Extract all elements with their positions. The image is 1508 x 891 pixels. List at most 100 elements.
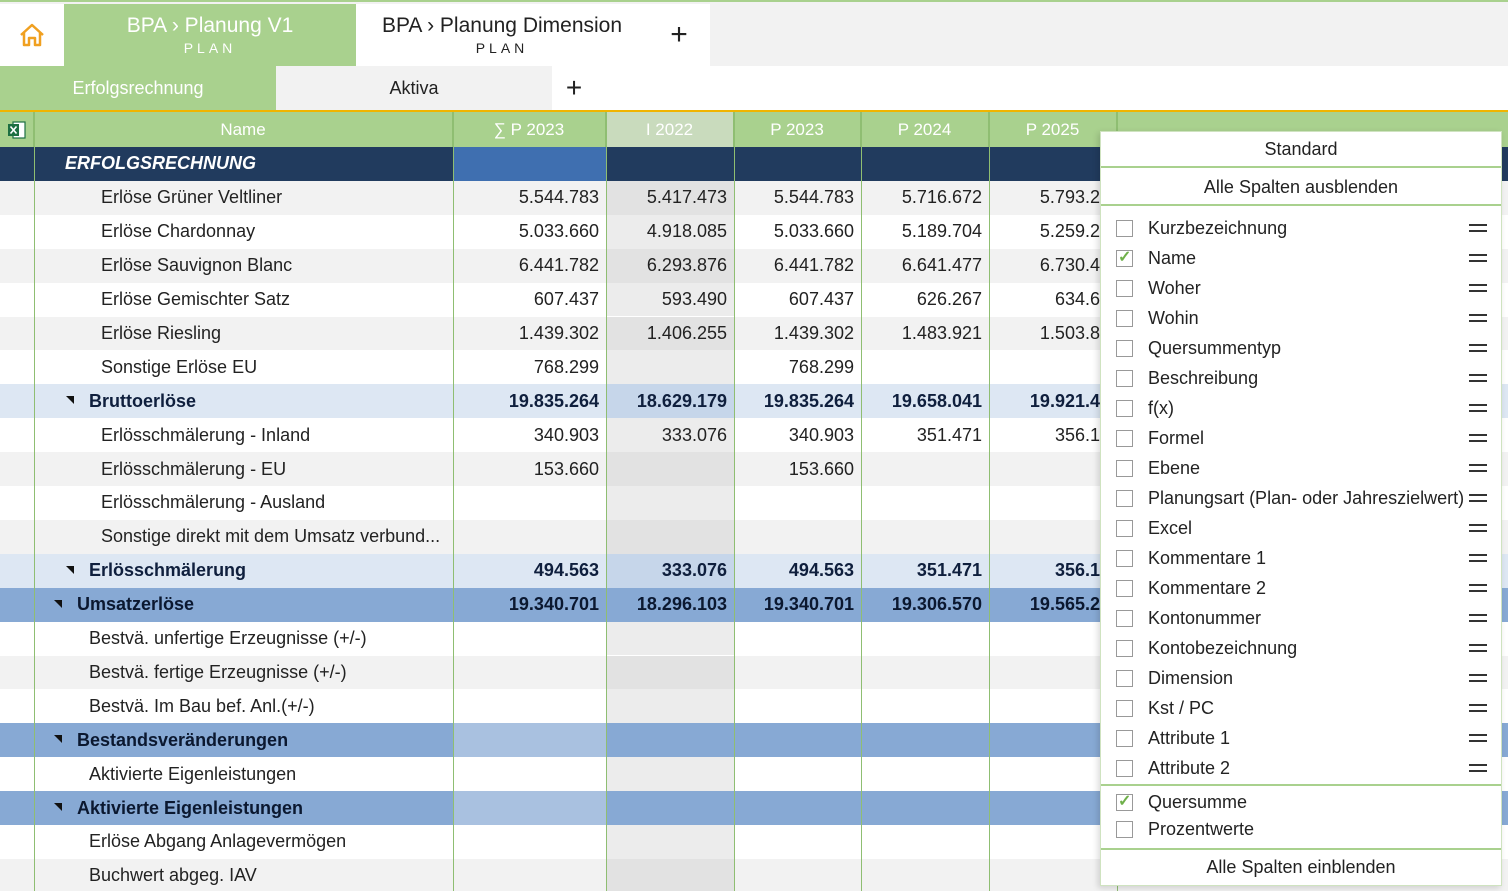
value-cell[interactable]: 1.406.255 <box>606 316 734 351</box>
value-cell[interactable] <box>606 452 734 486</box>
value-cell[interactable]: 607.437 <box>734 283 861 317</box>
value-cell[interactable] <box>606 147 734 181</box>
value-cell[interactable] <box>734 757 861 791</box>
add-sheet-button[interactable]: + <box>552 66 596 110</box>
value-cell[interactable] <box>606 519 734 554</box>
value-cell[interactable]: 5.033.660 <box>734 215 861 249</box>
value-cell[interactable] <box>861 791 989 825</box>
value-cell[interactable] <box>989 757 1117 791</box>
column-option[interactable]: Attribute 2 <box>1101 753 1501 783</box>
doc-tab-planung-v1[interactable]: BPA › Planung V1 PLAN <box>64 4 356 66</box>
column-option[interactable]: Ebene <box>1101 453 1501 483</box>
add-document-button[interactable]: + <box>648 4 710 66</box>
value-cell[interactable]: 4.918.085 <box>606 214 734 249</box>
value-cell[interactable]: 333.076 <box>606 553 734 588</box>
drag-handle-icon[interactable] <box>1469 374 1487 382</box>
value-cell[interactable] <box>861 520 989 554</box>
drag-handle-icon[interactable] <box>1469 224 1487 232</box>
column-checkbox[interactable] <box>1116 459 1133 477</box>
drag-handle-icon[interactable] <box>1469 584 1487 592</box>
value-cell[interactable]: 5.189.704 <box>861 215 989 249</box>
value-cell[interactable] <box>861 350 989 384</box>
column-header-p2023[interactable]: P 2023 <box>734 112 861 147</box>
column-checkbox[interactable] <box>1116 729 1133 747</box>
column-option[interactable]: Kontobezeichnung <box>1101 633 1501 663</box>
value-cell[interactable]: 340.903 <box>734 418 861 452</box>
value-cell[interactable] <box>606 825 734 859</box>
value-cell[interactable]: 1.439.302 <box>453 317 606 351</box>
value-cell[interactable] <box>453 825 606 859</box>
value-cell[interactable] <box>453 791 606 825</box>
column-option[interactable]: Kommentare 2 <box>1101 573 1501 603</box>
value-cell[interactable] <box>734 859 861 891</box>
drag-handle-icon[interactable] <box>1469 254 1487 262</box>
column-checkbox[interactable] <box>1116 549 1133 567</box>
column-header-p2025[interactable]: P 2025 <box>989 112 1117 147</box>
collapse-caret-icon[interactable] <box>54 599 62 608</box>
value-cell[interactable]: 5.259.24 <box>989 215 1117 249</box>
value-cell[interactable]: 494.563 <box>453 554 606 588</box>
value-cell[interactable] <box>989 859 1117 891</box>
column-option[interactable]: Formel <box>1101 423 1501 453</box>
value-cell[interactable]: 5.033.660 <box>453 215 606 249</box>
value-cell[interactable] <box>989 147 1117 181</box>
column-checkbox[interactable] <box>1116 339 1133 357</box>
value-cell[interactable] <box>734 622 861 656</box>
column-checkbox[interactable] <box>1116 369 1133 387</box>
column-option[interactable]: Quersummentyp <box>1101 333 1501 363</box>
standard-button[interactable]: Standard <box>1101 132 1501 168</box>
value-cell[interactable] <box>989 656 1117 690</box>
drag-handle-icon[interactable] <box>1469 314 1487 322</box>
show-all-columns-button[interactable]: Alle Spalten einblenden <box>1101 848 1501 884</box>
column-option[interactable]: Beschreibung <box>1101 363 1501 393</box>
value-cell[interactable] <box>861 486 989 520</box>
drag-handle-icon[interactable] <box>1469 344 1487 352</box>
value-cell[interactable] <box>734 520 861 554</box>
value-cell[interactable]: 5.417.473 <box>606 180 734 215</box>
value-cell[interactable] <box>861 689 989 723</box>
value-cell[interactable] <box>861 825 989 859</box>
value-cell[interactable] <box>606 689 734 724</box>
column-checkbox[interactable] <box>1116 429 1133 447</box>
value-cell[interactable]: 340.903 <box>453 418 606 452</box>
column-checkbox[interactable] <box>1116 609 1133 627</box>
excel-export-button[interactable] <box>0 112 34 147</box>
column-checkbox[interactable] <box>1116 759 1133 777</box>
column-option[interactable]: f(x) <box>1101 393 1501 423</box>
value-cell[interactable]: 18.629.179 <box>606 384 734 419</box>
drag-handle-icon[interactable] <box>1469 404 1487 412</box>
value-cell[interactable] <box>989 825 1117 859</box>
value-cell[interactable]: 6.441.782 <box>453 249 606 283</box>
collapse-caret-icon[interactable] <box>54 803 62 812</box>
column-checkbox[interactable] <box>1116 519 1133 537</box>
value-cell[interactable] <box>989 350 1117 384</box>
drag-handle-icon[interactable] <box>1469 494 1487 502</box>
value-cell[interactable]: 6.641.477 <box>861 249 989 283</box>
column-checkbox[interactable] <box>1116 669 1133 687</box>
value-cell[interactable] <box>861 452 989 486</box>
value-cell[interactable]: 351.471 <box>861 418 989 452</box>
value-cell[interactable] <box>606 655 734 690</box>
value-cell[interactable] <box>989 689 1117 723</box>
value-cell[interactable] <box>453 520 606 554</box>
value-cell[interactable]: 607.437 <box>453 283 606 317</box>
drag-handle-icon[interactable] <box>1469 434 1487 442</box>
value-cell[interactable] <box>989 452 1117 486</box>
option-item[interactable]: Prozentwerte <box>1101 816 1501 843</box>
option-item[interactable]: Quersumme <box>1101 789 1501 816</box>
value-cell[interactable]: 6.293.876 <box>606 248 734 283</box>
column-header-p2024[interactable]: P 2024 <box>861 112 989 147</box>
column-checkbox[interactable] <box>1116 309 1133 327</box>
value-cell[interactable] <box>734 791 861 825</box>
drag-handle-icon[interactable] <box>1469 524 1487 532</box>
value-cell[interactable]: 19.340.701 <box>453 588 606 622</box>
value-cell[interactable] <box>453 723 606 758</box>
column-option[interactable]: Attribute 1 <box>1101 723 1501 753</box>
value-cell[interactable] <box>734 689 861 723</box>
collapse-caret-icon[interactable] <box>66 396 74 405</box>
value-cell[interactable]: 153.660 <box>453 452 606 486</box>
value-cell[interactable]: 351.471 <box>861 554 989 588</box>
value-cell[interactable] <box>606 858 734 891</box>
drag-handle-icon[interactable] <box>1469 674 1487 682</box>
value-cell[interactable] <box>606 791 734 825</box>
